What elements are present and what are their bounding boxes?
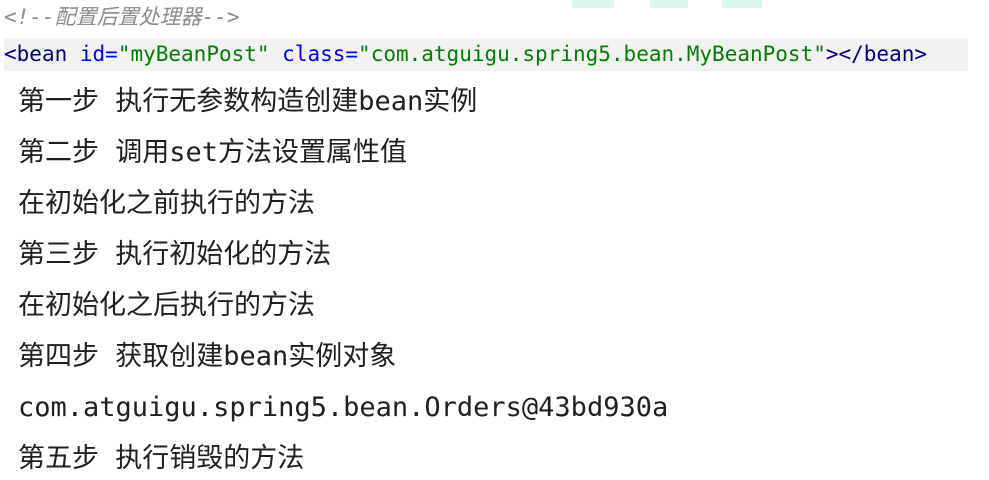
xml-attr-class-name: class= — [269, 42, 359, 66]
xml-attr-class-value: "com.atguigu.spring5.bean.MyBeanPost" — [358, 42, 826, 66]
console-line: com.atguigu.spring5.bean.Orders@43bd930a — [18, 392, 669, 423]
xml-close-bracket: > — [914, 42, 928, 66]
console-line: 第三步 执行初始化的方法 — [18, 239, 332, 270]
code-editor-area: <!--配置后置处理器--> <bean id="myBeanPost" cla… — [0, 0, 989, 76]
xml-tag-name: bean — [16, 42, 68, 66]
console-line: 第五步 执行销毁的方法 — [18, 443, 305, 474]
xml-close-tag-name: bean — [863, 42, 915, 66]
screenshot-page: <!--配置后置处理器--> <bean id="myBeanPost" cla… — [0, 0, 989, 480]
xml-open-bracket: < — [4, 42, 17, 66]
xml-close-open: ></ — [825, 42, 864, 66]
highlight-decoration — [722, 0, 762, 8]
console-line: 第二步 调用set方法设置属性值 — [18, 137, 408, 168]
highlight-decoration — [650, 0, 688, 8]
xml-comment: <!--配置后置处理器--> — [4, 5, 240, 29]
console-line: 第一步 执行无参数构造创建bean实例 — [18, 86, 478, 117]
console-line: 在初始化之后执行的方法 — [18, 290, 315, 321]
console-line: 在初始化之前执行的方法 — [18, 188, 315, 219]
highlight-decoration — [572, 0, 614, 8]
xml-bean-line: <bean id="myBeanPost" class="com.atguigu… — [4, 38, 968, 71]
xml-attr-id-value: "myBeanPost" — [117, 42, 270, 66]
console-line: 第四步 获取创建bean实例对象 — [18, 341, 397, 372]
xml-attr-id-name: id= — [67, 42, 118, 66]
console-output: 第一步 执行无参数构造创建bean实例 第二步 调用set方法设置属性值 在初始… — [18, 82, 978, 480]
